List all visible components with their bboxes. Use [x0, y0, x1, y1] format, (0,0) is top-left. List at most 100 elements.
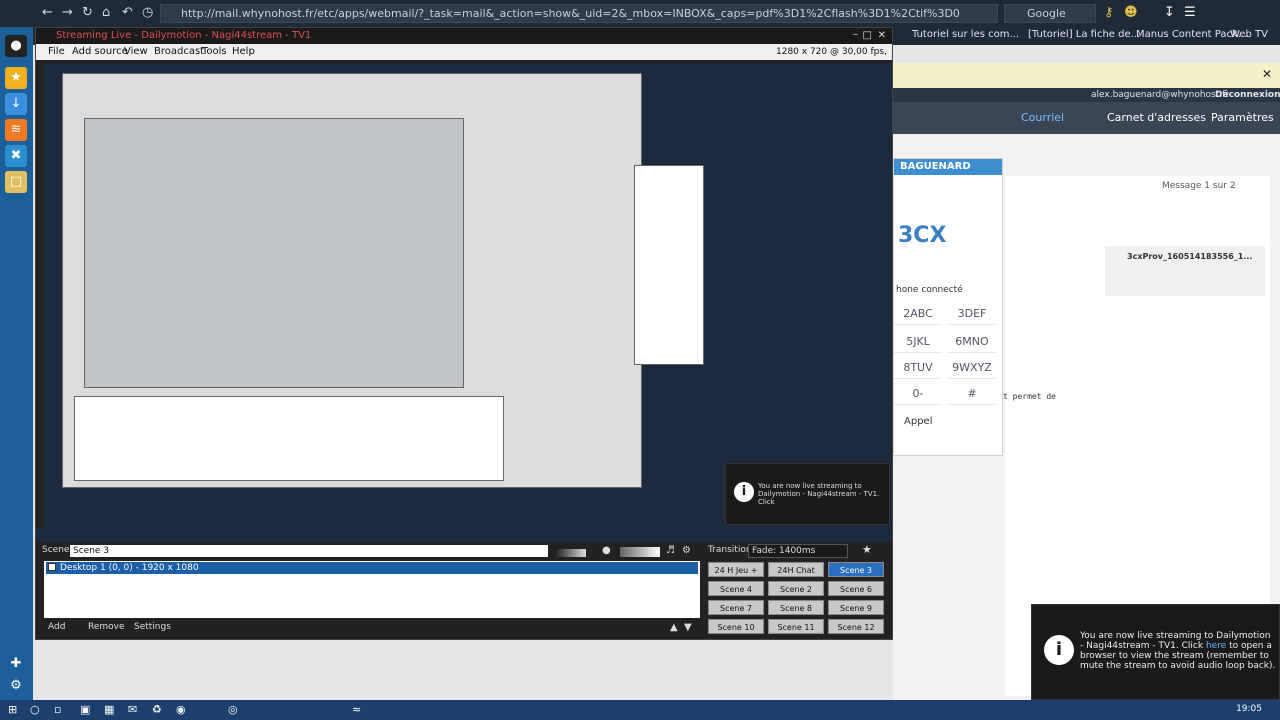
download-icon[interactable]: ↧ [1164, 5, 1175, 20]
scene-button[interactable]: Scene 11 [768, 619, 824, 634]
body-fragment: t permet de [1003, 392, 1056, 401]
menu-help[interactable]: Help [232, 44, 255, 60]
search-icon[interactable]: ○ [30, 703, 40, 716]
key-hash[interactable]: # [948, 383, 996, 405]
message-count: Message 1 sur 2 [1162, 181, 1236, 191]
close-icon[interactable]: ✕ [878, 30, 886, 41]
source-controls: Add Remove Settings ▲ ▼ [44, 620, 700, 636]
toast-link[interactable]: here [1206, 641, 1226, 651]
stream-notice-text: You are now live streaming to Dailymotio… [758, 482, 880, 506]
scene-button[interactable]: Scene 7 [708, 600, 764, 615]
bookmark-item[interactable]: Web TV [1230, 29, 1268, 40]
live-toast: i You are now live streaming to Dailymot… [1031, 604, 1280, 700]
attachment[interactable]: 3cxProv_160514183556_1... [1127, 252, 1252, 261]
app-logo-icon[interactable]: ● [5, 35, 27, 57]
windows-icon[interactable]: ⊞ [8, 703, 17, 716]
key-6[interactable]: 6MNO [948, 331, 996, 353]
key-3[interactable]: 3DEF [948, 303, 996, 325]
phone-status: hone connecté [896, 285, 963, 295]
menu-tools[interactable]: Tools [202, 44, 227, 60]
scene-button[interactable]: Scene 8 [768, 600, 824, 615]
source-checkbox[interactable] [48, 563, 56, 571]
home-icon[interactable]: ⌂ [102, 5, 110, 20]
notification-bar: ✕ [893, 63, 1280, 88]
scene-input[interactable]: Scene 3 [70, 545, 548, 557]
obs-window: Streaming Live - Dailymotion - Nagi44str… [35, 27, 893, 640]
key-icon[interactable]: ⚷ [1104, 5, 1114, 20]
mail-nav: Courriel Carnet d'adresses Paramètres [893, 102, 1280, 134]
info-icon: i [1044, 635, 1074, 665]
rss-icon[interactable]: ≋ [5, 119, 27, 141]
undo-icon[interactable]: ↶ [122, 5, 133, 20]
menu-broadcast[interactable]: Broadcast [154, 44, 204, 60]
speaker-icon[interactable]: ♬ [666, 545, 675, 556]
scene-button[interactable]: Scene 10 [708, 619, 764, 634]
gear-icon[interactable]: ⚙ [5, 675, 27, 697]
obs-icon[interactable]: ◉ [176, 703, 186, 716]
user-email: alex.baguenard@whynohost.fr [1091, 90, 1229, 100]
key-9[interactable]: 9WXYZ [948, 357, 996, 379]
star-icon[interactable]: ★ [862, 543, 872, 556]
person-icon[interactable]: ☻ [1124, 5, 1138, 20]
browser-toolbar: ← → ↻ ⌂ ↶ ◷ http://mail.whynohost.fr/etc… [0, 0, 1280, 27]
nav-address-book[interactable]: Carnet d'adresses [1107, 111, 1206, 124]
url-bar[interactable]: http://mail.whynohost.fr/etc/apps/webmai… [160, 4, 998, 23]
notes-icon[interactable]: □ [5, 171, 27, 193]
source-row[interactable]: Desktop 1 (0, 0) - 1920 x 1080 [46, 562, 698, 574]
history-icon[interactable]: ◷ [142, 5, 153, 20]
explorer-icon[interactable]: ▣ [80, 703, 90, 716]
forward-icon[interactable]: → [62, 5, 73, 20]
key-0[interactable]: 0- [894, 383, 942, 405]
nav-courriel[interactable]: Courriel [1021, 111, 1064, 124]
menu-view[interactable]: View [124, 44, 148, 60]
volume-meter[interactable]: ● ♬ ⚙ [556, 545, 696, 557]
scene-button[interactable]: 24 H Jeu + Chat [708, 562, 764, 590]
scene-button[interactable]: Scene 9 [828, 600, 884, 615]
brand-logo: 3CX [898, 223, 947, 248]
scene-button[interactable]: 24H Chat [768, 562, 824, 577]
call-button[interactable]: Appel [904, 416, 932, 427]
mail-icon[interactable]: ✉ [128, 703, 137, 716]
download-icon[interactable]: ↓ [5, 93, 27, 115]
move-up-icon[interactable]: ▲ [670, 622, 678, 633]
remove-button[interactable]: Remove [88, 622, 125, 632]
scene-button[interactable]: Scene 2 [768, 581, 824, 596]
menu-add-source[interactable]: Add source [72, 44, 128, 60]
settings-button[interactable]: Settings [134, 622, 171, 632]
scene-button[interactable]: Scene 4 [708, 581, 764, 596]
key-8[interactable]: 8TUV [894, 357, 942, 379]
transition-label: Transition [708, 545, 752, 555]
scene-button[interactable]: Scene 6 [828, 581, 884, 596]
chrome-icon[interactable]: ◎ [228, 703, 238, 716]
stream-notice: i You are now live streaming to Dailymot… [725, 463, 890, 525]
scene-button[interactable]: Scene 3 [828, 562, 884, 577]
search-input[interactable]: Google [1004, 4, 1096, 23]
nav-settings[interactable]: Paramètres [1211, 111, 1274, 124]
tools-icon[interactable]: ✖ [5, 145, 27, 167]
clock: 19:05 [1236, 704, 1262, 714]
minimize-icon[interactable]: – [853, 29, 858, 40]
reload-icon[interactable]: ↻ [82, 5, 93, 20]
wifi-icon[interactable]: ≈ [352, 703, 361, 716]
key-5[interactable]: 5JKL [894, 331, 942, 353]
menu-icon[interactable]: ☰ [1184, 5, 1196, 20]
star-icon[interactable]: ★ [5, 67, 27, 89]
transition-select[interactable]: Fade: 1400ms [748, 544, 848, 558]
maximize-icon[interactable]: □ [863, 30, 872, 41]
mic-icon[interactable]: ● [602, 545, 611, 556]
key-2[interactable]: 2ABC [894, 303, 942, 325]
bookmark-item[interactable]: Tutoriel sur les com... [912, 29, 1019, 40]
bookmark-item[interactable]: [Tutoriel] La fiche de... [1028, 29, 1140, 40]
add-icon[interactable]: ✚ [5, 653, 27, 675]
gear-icon[interactable]: ⚙ [682, 545, 691, 556]
steam-icon[interactable]: ♻ [152, 703, 162, 716]
calendar-icon[interactable]: ▦ [104, 703, 114, 716]
move-down-icon[interactable]: ▼ [684, 622, 692, 633]
close-icon[interactable]: ✕ [1262, 67, 1272, 81]
add-button[interactable]: Add [48, 622, 65, 632]
logout-link[interactable]: Déconnexion [1215, 90, 1280, 100]
task-view-icon[interactable]: ▫ [54, 703, 61, 716]
scene-button[interactable]: Scene 12 [828, 619, 884, 634]
menu-file[interactable]: File [48, 44, 65, 60]
back-icon[interactable]: ← [42, 5, 53, 20]
